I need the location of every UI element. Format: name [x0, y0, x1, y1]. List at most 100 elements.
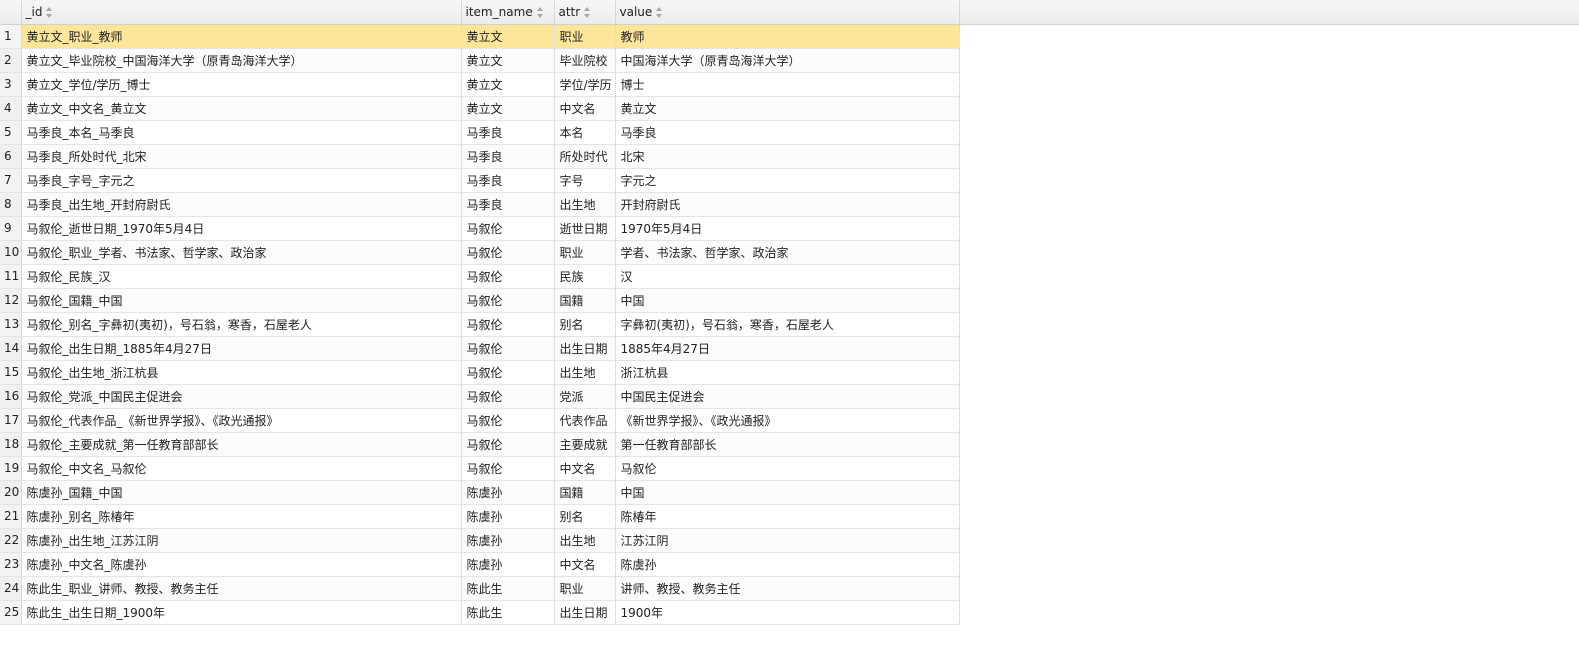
row-number-cell[interactable]: 12 [0, 288, 22, 313]
id-cell[interactable]: 黄立文_职业_教师 [21, 24, 462, 49]
item-name-cell[interactable]: 陈虞孙 [461, 504, 555, 529]
value-cell[interactable]: 中国海洋大学（原青岛海洋大学） [615, 48, 960, 73]
attr-cell[interactable]: 中文名 [554, 552, 616, 577]
value-cell[interactable]: 1900年 [615, 600, 960, 625]
row-number-cell[interactable]: 15 [0, 360, 22, 385]
item-name-cell[interactable]: 马叙伦 [461, 336, 555, 361]
row-number-cell[interactable]: 9 [0, 216, 22, 241]
item-name-cell[interactable]: 马叙伦 [461, 216, 555, 241]
attr-cell[interactable]: 职业 [554, 240, 616, 265]
value-cell[interactable]: 北宋 [615, 144, 960, 169]
value-cell[interactable]: 讲师、教授、教务主任 [615, 576, 960, 601]
table-row[interactable]: 13 马叙伦_别名_字彝初(夷初)，号石翁，寒香，石屋老人 马叙伦 别名 字彝初(夷初)… [0, 312, 960, 337]
attr-cell[interactable]: 民族 [554, 264, 616, 289]
value-cell[interactable]: 江苏江阴 [615, 528, 960, 553]
value-cell[interactable]: 陈椿年 [615, 504, 960, 529]
attr-cell[interactable]: 学位/学历 [554, 72, 616, 97]
item-name-cell[interactable]: 马叙伦 [461, 240, 555, 265]
sort-icon[interactable] [536, 6, 544, 18]
item-name-cell[interactable]: 马叙伦 [461, 432, 555, 457]
item-name-cell[interactable]: 马季良 [461, 192, 555, 217]
item-name-cell[interactable]: 马叙伦 [461, 264, 555, 289]
value-cell[interactable]: 教师 [615, 24, 960, 49]
value-cell[interactable]: 汉 [615, 264, 960, 289]
item-name-cell[interactable]: 陈虞孙 [461, 552, 555, 577]
row-number-cell[interactable]: 22 [0, 528, 22, 553]
item-name-cell[interactable]: 黄立文 [461, 72, 555, 97]
table-row[interactable]: 20 陈虞孙_国籍_中国 陈虞孙 国籍 中国 [0, 480, 960, 505]
table-row[interactable]: 18 马叙伦_主要成就_第一任教育部部长 马叙伦 主要成就 第一任教育部部长 [0, 432, 960, 457]
id-cell[interactable]: 马季良_出生地_开封府尉氏 [21, 192, 462, 217]
id-cell[interactable]: 马叙伦_逝世日期_1970年5月4日 [21, 216, 462, 241]
attr-cell[interactable]: 职业 [554, 576, 616, 601]
column-header-id[interactable]: _id [21, 0, 462, 25]
id-cell[interactable]: 马季良_字号_字元之 [21, 168, 462, 193]
id-cell[interactable]: 陈虞孙_中文名_陈虞孙 [21, 552, 462, 577]
attr-cell[interactable]: 所处时代 [554, 144, 616, 169]
item-name-cell[interactable]: 马叙伦 [461, 408, 555, 433]
value-cell[interactable]: 陈虞孙 [615, 552, 960, 577]
attr-cell[interactable]: 出生地 [554, 192, 616, 217]
table-row[interactable]: 10 马叙伦_职业_学者、书法家、哲学家、政治家 马叙伦 职业 学者、书法家、哲学家、政… [0, 240, 960, 265]
row-number-cell[interactable]: 10 [0, 240, 22, 265]
table-row[interactable]: 2 黄立文_毕业院校_中国海洋大学（原青岛海洋大学） 黄立文 毕业院校 中国海洋大学（原… [0, 48, 960, 73]
id-cell[interactable]: 黄立文_中文名_黄立文 [21, 96, 462, 121]
table-row[interactable]: 5 马季良_本名_马季良 马季良 本名 马季良 [0, 120, 960, 145]
row-number-cell[interactable]: 8 [0, 192, 22, 217]
item-name-cell[interactable]: 陈此生 [461, 576, 555, 601]
row-number-cell[interactable]: 17 [0, 408, 22, 433]
attr-cell[interactable]: 别名 [554, 504, 616, 529]
item-name-cell[interactable]: 马叙伦 [461, 312, 555, 337]
attr-cell[interactable]: 本名 [554, 120, 616, 145]
id-cell[interactable]: 马叙伦_主要成就_第一任教育部部长 [21, 432, 462, 457]
attr-cell[interactable]: 党派 [554, 384, 616, 409]
row-number-cell[interactable]: 14 [0, 336, 22, 361]
column-header-value[interactable]: value [615, 0, 960, 25]
value-cell[interactable]: 字元之 [615, 168, 960, 193]
value-cell[interactable]: 马季良 [615, 120, 960, 145]
id-cell[interactable]: 陈此生_职业_讲师、教授、教务主任 [21, 576, 462, 601]
table-row[interactable]: 4 黄立文_中文名_黄立文 黄立文 中文名 黄立文 [0, 96, 960, 121]
table-row[interactable]: 6 马季良_所处时代_北宋 马季良 所处时代 北宋 [0, 144, 960, 169]
table-row[interactable]: 8 马季良_出生地_开封府尉氏 马季良 出生地 开封府尉氏 [0, 192, 960, 217]
row-number-cell[interactable]: 25 [0, 600, 22, 625]
row-number-cell[interactable]: 2 [0, 48, 22, 73]
item-name-cell[interactable]: 马季良 [461, 168, 555, 193]
item-name-cell[interactable]: 马季良 [461, 120, 555, 145]
item-name-cell[interactable]: 陈虞孙 [461, 528, 555, 553]
item-name-cell[interactable]: 黄立文 [461, 48, 555, 73]
table-row[interactable]: 12 马叙伦_国籍_中国 马叙伦 国籍 中国 [0, 288, 960, 313]
table-row[interactable]: 3 黄立文_学位/学历_博士 黄立文 学位/学历 博士 [0, 72, 960, 97]
id-cell[interactable]: 马叙伦_中文名_马叙伦 [21, 456, 462, 481]
value-cell[interactable]: 中国民主促进会 [615, 384, 960, 409]
table-row[interactable]: 24 陈此生_职业_讲师、教授、教务主任 陈此生 职业 讲师、教授、教务主任 [0, 576, 960, 601]
item-name-cell[interactable]: 陈此生 [461, 600, 555, 625]
id-cell[interactable]: 陈此生_出生日期_1900年 [21, 600, 462, 625]
table-row[interactable]: 7 马季良_字号_字元之 马季良 字号 字元之 [0, 168, 960, 193]
attr-cell[interactable]: 中文名 [554, 456, 616, 481]
attr-cell[interactable]: 国籍 [554, 480, 616, 505]
attr-cell[interactable]: 出生地 [554, 528, 616, 553]
table-row[interactable]: 1 黄立文_职业_教师 黄立文 职业 教师 [0, 24, 960, 49]
row-number-cell[interactable]: 19 [0, 456, 22, 481]
row-number-cell[interactable]: 6 [0, 144, 22, 169]
value-cell[interactable]: 《新世界学报》、《政光通报》 [615, 408, 960, 433]
table-row[interactable]: 23 陈虞孙_中文名_陈虞孙 陈虞孙 中文名 陈虞孙 [0, 552, 960, 577]
id-cell[interactable]: 马叙伦_出生地_浙江杭县 [21, 360, 462, 385]
attr-cell[interactable]: 出生日期 [554, 336, 616, 361]
id-cell[interactable]: 黄立文_学位/学历_博士 [21, 72, 462, 97]
id-cell[interactable]: 马季良_所处时代_北宋 [21, 144, 462, 169]
attr-cell[interactable]: 出生地 [554, 360, 616, 385]
attr-cell[interactable]: 出生日期 [554, 600, 616, 625]
row-number-cell[interactable]: 5 [0, 120, 22, 145]
column-header-attr[interactable]: attr [554, 0, 616, 25]
row-number-cell[interactable]: 18 [0, 432, 22, 457]
id-cell[interactable]: 马叙伦_出生日期_1885年4月27日 [21, 336, 462, 361]
table-row[interactable]: 22 陈虞孙_出生地_江苏江阴 陈虞孙 出生地 江苏江阴 [0, 528, 960, 553]
item-name-cell[interactable]: 黄立文 [461, 96, 555, 121]
table-row[interactable]: 14 马叙伦_出生日期_1885年4月27日 马叙伦 出生日期 1885年4月27日 [0, 336, 960, 361]
row-number-cell[interactable]: 13 [0, 312, 22, 337]
table-row[interactable]: 11 马叙伦_民族_汉 马叙伦 民族汉 [0, 264, 960, 289]
value-cell[interactable]: 学者、书法家、哲学家、政治家 [615, 240, 960, 265]
sort-icon[interactable] [656, 6, 663, 18]
